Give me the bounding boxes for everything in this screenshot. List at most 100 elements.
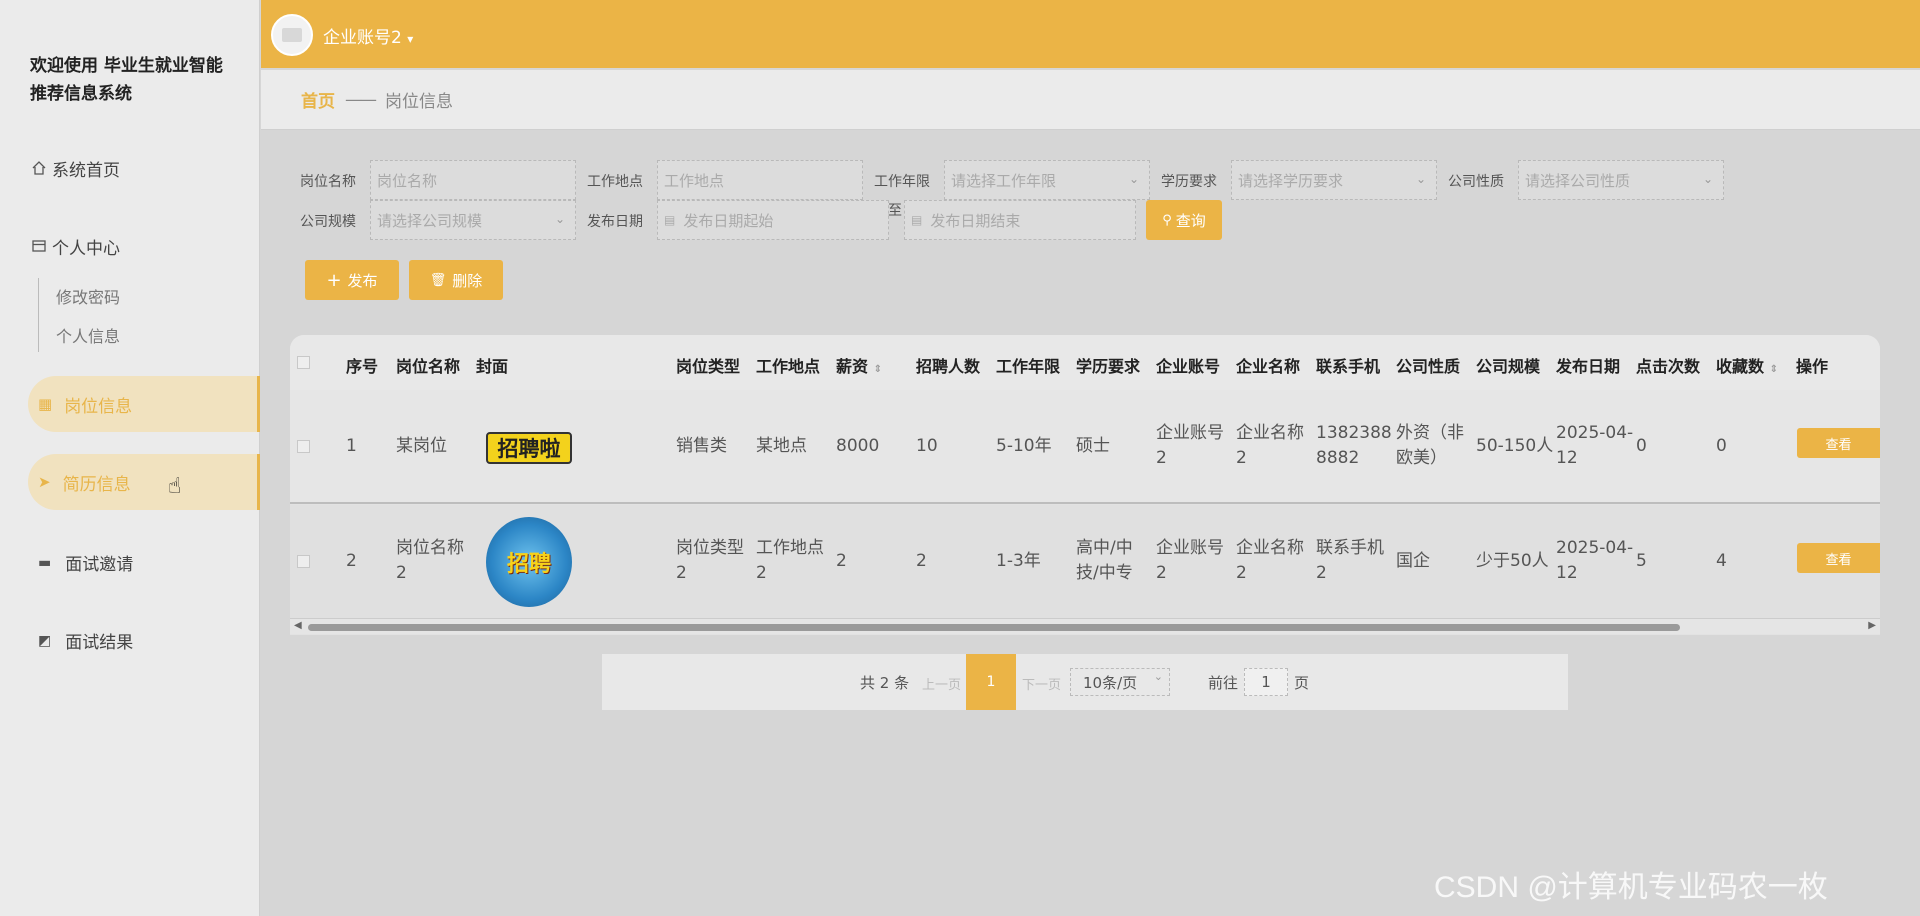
publish-date-label: 发布日期	[587, 214, 643, 230]
cell-favorites: 0	[1716, 436, 1727, 456]
cell-account-line2: 2	[1156, 448, 1167, 468]
view-button[interactable]: 查看	[1797, 428, 1880, 458]
horizontal-scrollbar[interactable]: ◀ ▶	[290, 618, 1880, 634]
view-button[interactable]: 查看	[1797, 543, 1880, 573]
publish-date-start-input[interactable]: ▤ 发布日期起始	[657, 200, 889, 240]
cell-date-line1: 2025-04-	[1556, 423, 1634, 443]
header-index: 序号	[346, 357, 379, 376]
header-years: 工作年限	[996, 357, 1061, 376]
account-dropdown[interactable]: 企业账号2 ▾	[323, 23, 413, 48]
sort-icon[interactable]: ⇕	[1770, 364, 1778, 375]
menu-item-home[interactable]: 系统首页	[0, 140, 260, 196]
header-salary[interactable]: 薪资 ⇕	[836, 353, 882, 377]
scroll-right-icon[interactable]: ▶	[1868, 620, 1876, 631]
avatar[interactable]	[271, 14, 313, 56]
top-bar: 企业账号2 ▾	[261, 0, 1920, 68]
cell-job-name-line1: 岗位名称	[396, 538, 464, 558]
work-location-placeholder: 工作地点	[664, 171, 725, 190]
cell-phone: 1382388 8882	[1316, 421, 1392, 471]
sort-icon[interactable]: ⇕	[874, 364, 882, 375]
cell-phone-line2: 8882	[1316, 448, 1360, 468]
home-icon	[30, 159, 48, 177]
submenu-change-password[interactable]: 修改密码	[56, 284, 120, 308]
cell-phone-line2: 2	[1316, 563, 1327, 583]
cell-date-line2: 12	[1556, 563, 1578, 583]
publish-button[interactable]: + 发布	[305, 260, 399, 300]
search-button-label: 查询	[1175, 211, 1206, 230]
delete-button[interactable]: 🗑 删除	[409, 260, 503, 300]
job-name-label: 岗位名称	[300, 174, 356, 190]
cell-index: 2	[346, 551, 357, 571]
company-scale-select[interactable]: 请选择公司规模 ⌄	[370, 200, 576, 240]
company-scale-label: 公司规模	[300, 214, 356, 230]
company-nature-select[interactable]: 请选择公司性质 ⌄	[1518, 160, 1724, 200]
chevron-down-icon: ⌄	[1128, 172, 1139, 186]
header-account: 企业账号	[1156, 357, 1221, 376]
cover-image: 招聘	[486, 517, 572, 607]
next-page-button[interactable]: 下一页	[1022, 674, 1061, 693]
header-education: 学历要求	[1076, 357, 1141, 376]
select-all-checkbox[interactable]	[297, 356, 310, 369]
cell-date: 2025-04- 12	[1556, 421, 1633, 471]
calendar-icon: ▤	[664, 213, 676, 227]
menu-label-interview-invite: 面试邀请	[65, 555, 134, 575]
cell-company-line2: 2	[1236, 563, 1247, 583]
prev-page-button[interactable]: 上一页	[922, 674, 961, 693]
breadcrumb-home[interactable]: 首页	[301, 87, 335, 112]
goto-page-input[interactable]: 1	[1244, 668, 1288, 696]
job-name-input[interactable]: 岗位名称	[370, 160, 576, 200]
cell-job-name: 某岗位	[396, 436, 447, 456]
send-icon: ➤	[38, 473, 51, 491]
scroll-thumb[interactable]	[308, 624, 1680, 631]
menu-item-job-info[interactable]: ▦ 岗位信息	[28, 376, 260, 432]
work-years-placeholder: 请选择工作年限	[951, 171, 1057, 190]
cover-text: 招聘啦	[497, 437, 561, 461]
cover-image: 招聘啦	[486, 432, 572, 464]
sidebar: 欢迎使用 毕业生就业智能推荐信息系统 系统首页 个人中心 修改密码 个人信息 ▦…	[0, 0, 260, 916]
work-location-input[interactable]: 工作地点	[657, 160, 863, 200]
cell-salary: 8000	[836, 436, 880, 456]
breadcrumb-separator: ——	[345, 89, 377, 110]
trash-icon: 🗑	[429, 272, 447, 288]
menu-item-interview-invite[interactable]: ▬ 面试邀请	[38, 550, 134, 576]
scroll-left-icon[interactable]: ◀	[294, 620, 302, 631]
work-years-select[interactable]: 请选择工作年限 ⌄	[944, 160, 1150, 200]
page-button-current[interactable]: 1	[966, 654, 1016, 710]
menu-label-personal-center: 个人中心	[52, 238, 120, 259]
row-checkbox[interactable]	[297, 555, 310, 568]
header-favorites[interactable]: 收藏数 ⇕	[1716, 353, 1778, 377]
publish-date-end-placeholder: 发布日期结束	[930, 211, 1021, 230]
header-salary-label: 薪资	[836, 357, 869, 376]
menu-item-interview-result[interactable]: ◩ 面试结果	[38, 628, 133, 654]
delete-button-label: 删除	[452, 271, 483, 290]
job-table: 序号 岗位名称 封面 岗位类型 工作地点 薪资 ⇕ 招聘人数 工作年限 学历要求…	[290, 335, 1880, 635]
education-select[interactable]: 请选择学历要求 ⌄	[1231, 160, 1437, 200]
card-icon	[30, 237, 48, 255]
header-job-type: 岗位类型	[676, 357, 741, 376]
pagination: 共 2 条 上一页 1 下一页 10条/页 ⌄ 前往 1 页	[602, 654, 1568, 710]
row-checkbox[interactable]	[297, 440, 310, 453]
cell-nature: 外资（非 欧美）	[1396, 421, 1464, 471]
cell-location-line1: 工作地点	[756, 538, 824, 558]
cell-education-line2: 技/中专	[1076, 563, 1133, 583]
header-scale: 公司规模	[1476, 357, 1541, 376]
search-button[interactable]: ⚲ 查询	[1146, 200, 1222, 240]
menu-label-home: 系统首页	[52, 160, 120, 181]
page-size-value: 10条/页	[1083, 673, 1138, 692]
publish-date-end-input[interactable]: ▤ 发布日期结束	[904, 200, 1136, 240]
table-header: 序号 岗位名称 封面 岗位类型 工作地点 薪资 ⇕ 招聘人数 工作年限 学历要求…	[290, 335, 1880, 390]
cell-phone: 联系手机 2	[1316, 536, 1384, 586]
cell-phone-line1: 1382388	[1316, 423, 1392, 443]
page-size-select[interactable]: 10条/页 ⌄	[1070, 668, 1170, 696]
publish-button-label: 发布	[347, 271, 378, 290]
watermark: CSDN @计算机专业码农一枚	[1434, 871, 1828, 904]
submenu-personal-info[interactable]: 个人信息	[56, 323, 120, 347]
menu-item-personal-center[interactable]: 个人中心	[0, 218, 260, 274]
cell-nature-line1: 外资（非	[1396, 423, 1464, 443]
cell-job-name-line2: 2	[396, 563, 407, 583]
chevron-down-icon: ⌄	[1415, 172, 1426, 186]
menu-item-resume-info[interactable]: ➤ 简历信息	[28, 454, 260, 510]
cell-years: 5-10年	[996, 436, 1052, 456]
cell-company-line2: 2	[1236, 448, 1247, 468]
education-placeholder: 请选择学历要求	[1238, 171, 1344, 190]
